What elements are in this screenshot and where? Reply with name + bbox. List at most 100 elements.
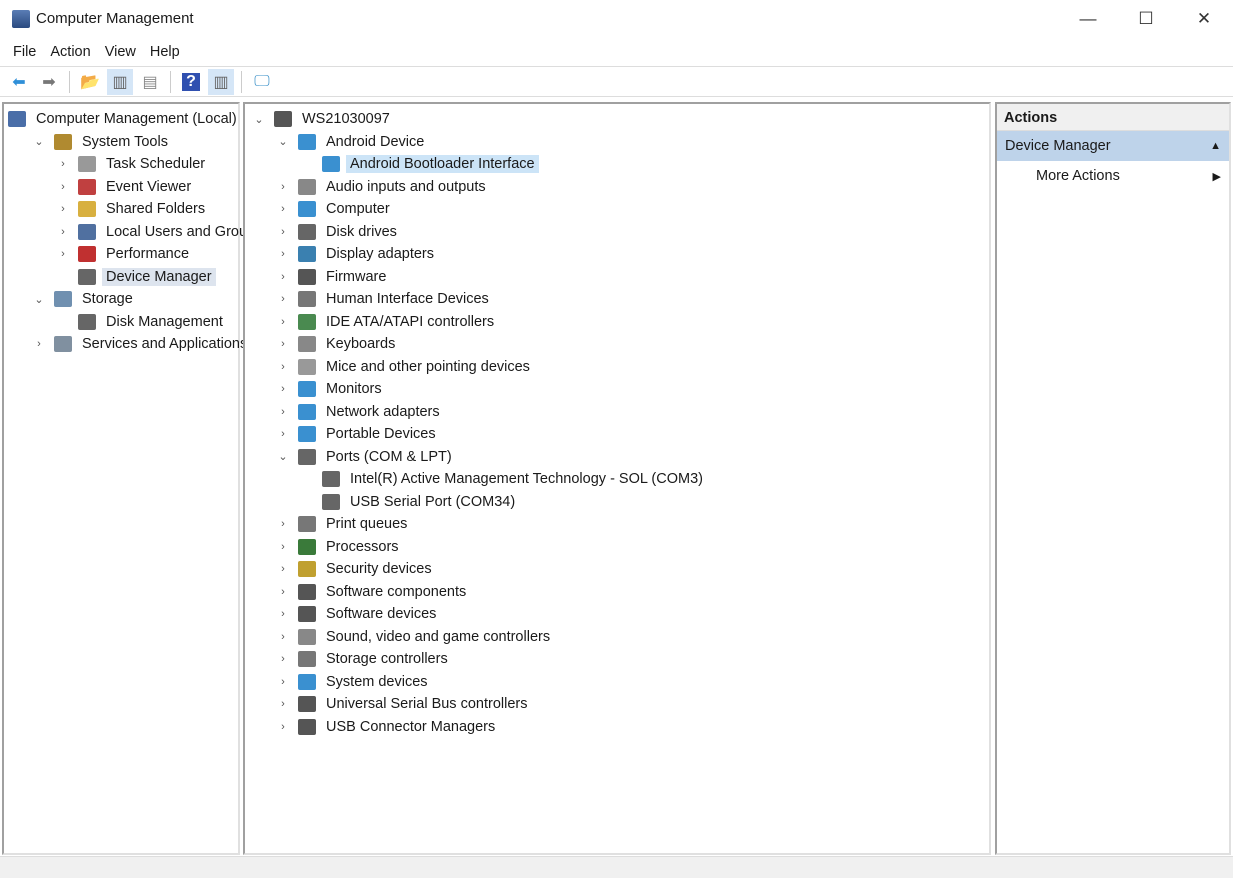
maximize-button[interactable]: ☐ (1117, 0, 1175, 37)
device-tree-item[interactable]: › Firmware (276, 266, 390, 288)
tree-item-label: Human Interface Devices (326, 291, 489, 307)
title-bar: Computer Management — ☐ ✕ (0, 0, 1233, 37)
tree-item-label: Security devices (326, 561, 432, 577)
close-button[interactable]: ✕ (1175, 0, 1233, 37)
chevron-right-icon[interactable]: › (56, 158, 70, 170)
chevron-right-icon[interactable]: › (276, 721, 290, 733)
actions-section-device-manager[interactable]: Device Manager ▲ (997, 131, 1229, 161)
more-actions-item[interactable]: More Actions ▶ (997, 161, 1229, 191)
device-tree-item[interactable]: › Software components (276, 581, 470, 603)
device-category-icon (298, 133, 316, 150)
chevron-right-icon[interactable]: › (276, 428, 290, 440)
help-button[interactable]: ? (178, 69, 204, 95)
up-folder-button[interactable]: 📂 (77, 69, 103, 95)
device-tree-item[interactable]: › Universal Serial Bus controllers (276, 693, 531, 715)
chevron-down-icon[interactable]: ⌄ (32, 293, 46, 306)
minimize-button[interactable]: — (1059, 0, 1117, 37)
chevron-right-icon[interactable]: › (56, 181, 70, 193)
chevron-right-icon[interactable]: › (276, 653, 290, 665)
chevron-right-icon[interactable]: › (32, 338, 46, 350)
device-tree-item[interactable]: Android Bootloader Interface (300, 153, 539, 175)
device-tree-item[interactable]: › Mice and other pointing devices (276, 356, 534, 378)
show-hide-action-pane-button[interactable]: ▥ (208, 68, 234, 95)
forward-button[interactable]: ➡ (36, 69, 62, 95)
chevron-right-icon[interactable]: › (276, 181, 290, 193)
console-tree-item[interactable]: › Performance (56, 243, 193, 265)
device-tree-item[interactable]: ⌄ Android Device (276, 131, 428, 153)
chevron-right-icon[interactable]: › (276, 248, 290, 260)
scan-hardware-button[interactable]: 🖵 (249, 69, 275, 95)
console-tree-item[interactable]: › Task Scheduler (56, 153, 209, 175)
chevron-right-icon[interactable]: › (276, 631, 290, 643)
console-tree-item[interactable]: Device Manager (56, 266, 216, 288)
device-tree-item[interactable]: › Sound, video and game controllers (276, 626, 554, 648)
device-tree-item[interactable]: › USB Connector Managers (276, 716, 499, 738)
device-tree-item[interactable]: › Print queues (276, 513, 411, 535)
device-tree-item[interactable]: › Processors (276, 536, 403, 558)
device-tree-item[interactable]: › IDE ATA/ATAPI controllers (276, 311, 498, 333)
chevron-right-icon[interactable]: › (276, 203, 290, 215)
chevron-right-icon[interactable]: › (276, 563, 290, 575)
chevron-right-icon[interactable]: › (276, 226, 290, 238)
tree-item-label: Audio inputs and outputs (326, 178, 486, 195)
menu-file[interactable]: File (6, 44, 43, 60)
back-button[interactable]: ⬅ (6, 69, 32, 95)
console-tree-item[interactable]: › Event Viewer (56, 176, 195, 198)
device-tree-item[interactable]: › Monitors (276, 378, 386, 400)
chevron-right-icon[interactable]: › (276, 676, 290, 688)
console-tree-item[interactable]: › Shared Folders (56, 198, 209, 220)
help-icon: ? (182, 72, 200, 91)
properties-button[interactable]: ▤ (137, 69, 163, 95)
chevron-right-icon[interactable]: › (56, 203, 70, 215)
device-tree-item[interactable]: › Storage controllers (276, 648, 452, 670)
chevron-right-icon[interactable]: › (276, 293, 290, 305)
tree-item-label: Storage controllers (326, 651, 448, 667)
console-tree-item[interactable]: Computer Management (Local) (8, 108, 241, 130)
device-tree-item[interactable]: › Audio inputs and outputs (276, 176, 490, 198)
menu-help[interactable]: Help (143, 44, 187, 60)
chevron-right-icon[interactable]: › (276, 338, 290, 350)
chevron-right-icon[interactable]: › (276, 608, 290, 620)
chevron-down-icon[interactable]: ⌄ (252, 113, 266, 126)
chevron-right-icon[interactable]: › (276, 361, 290, 373)
console-tree-item[interactable]: › Services and Applications (32, 333, 251, 355)
chevron-down-icon[interactable]: ⌄ (276, 135, 290, 148)
console-tree-item[interactable]: › Local Users and Groups (56, 221, 266, 243)
tree-item-label: Event Viewer (106, 178, 192, 195)
device-tree-item[interactable]: › Disk drives (276, 221, 401, 243)
chevron-right-icon[interactable]: › (56, 226, 70, 238)
device-tree-item[interactable]: USB Serial Port (COM34) (300, 491, 519, 513)
chevron-right-icon[interactable]: › (56, 248, 70, 260)
console-tree-item[interactable]: ⌄ Storage (32, 288, 137, 310)
menu-action[interactable]: Action (43, 44, 97, 60)
device-tree-item[interactable]: › Portable Devices (276, 423, 440, 445)
menu-view[interactable]: View (98, 44, 143, 60)
device-tree-item[interactable]: Intel(R) Active Management Technology - … (300, 468, 707, 490)
chevron-right-icon[interactable]: › (276, 541, 290, 553)
device-tree-item[interactable]: › Display adapters (276, 243, 438, 265)
chevron-right-icon[interactable]: › (276, 586, 290, 598)
device-tree-item[interactable]: ⌄ WS21030097 (252, 108, 394, 130)
chevron-right-icon[interactable]: › (276, 518, 290, 530)
device-tree-item[interactable]: › Network adapters (276, 401, 444, 423)
console-tree-item[interactable]: Disk Management (56, 311, 227, 333)
device-tree-item[interactable]: › Security devices (276, 558, 436, 580)
chevron-right-icon[interactable]: › (276, 383, 290, 395)
device-tree-item[interactable]: › Human Interface Devices (276, 288, 493, 310)
device-tree-item[interactable]: › Software devices (276, 603, 440, 625)
chevron-right-icon[interactable]: › (276, 316, 290, 328)
device-tree-item[interactable]: › System devices (276, 671, 432, 693)
chevron-right-icon[interactable]: › (276, 406, 290, 418)
chevron-right-icon[interactable]: › (276, 698, 290, 710)
device-tree-item[interactable]: › Keyboards (276, 333, 399, 355)
tree-item-label: Storage (82, 291, 133, 307)
show-hide-console-tree-button[interactable]: ▥ (107, 68, 133, 95)
collapse-up-icon[interactable]: ▲ (1210, 140, 1221, 152)
console-tree-item[interactable]: ⌄ System Tools (32, 131, 172, 153)
chevron-down-icon[interactable]: ⌄ (32, 135, 46, 148)
device-tree-item[interactable]: ⌄ Ports (COM & LPT) (276, 446, 456, 468)
chevron-down-icon[interactable]: ⌄ (276, 450, 290, 463)
tree-item-label: Processors (326, 538, 399, 555)
device-tree-item[interactable]: › Computer (276, 198, 394, 220)
chevron-right-icon[interactable]: › (276, 271, 290, 283)
